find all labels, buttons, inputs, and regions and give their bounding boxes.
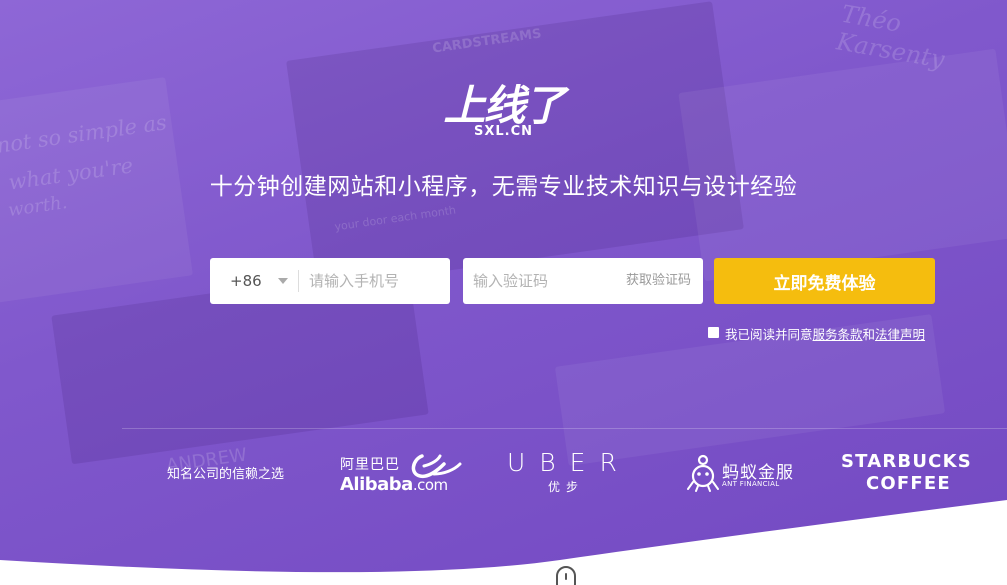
- get-code-button[interactable]: 获取验证码: [626, 258, 691, 304]
- site-logo-domain: SXL.CN: [473, 124, 534, 139]
- uber-cn-text: 优步: [548, 480, 585, 494]
- ant-en-text: ANT FINANCIAL: [722, 480, 780, 488]
- alibaba-en-text: Alibaba.com: [340, 474, 448, 495]
- section-divider: [122, 428, 1007, 429]
- verification-code-field: 获取验证码: [463, 258, 703, 304]
- bottom-wave: [0, 500, 1007, 585]
- free-trial-button[interactable]: 立即免费体验: [714, 258, 935, 304]
- field-divider: [298, 270, 299, 292]
- country-code-select[interactable]: +86: [230, 258, 262, 304]
- scroll-mouse-icon[interactable]: [556, 566, 576, 585]
- agreement-middle: 和: [862, 327, 876, 342]
- phone-field: +86: [210, 258, 450, 304]
- uber-logo-text: UBER: [507, 448, 631, 477]
- hero-section: Théo Karsenty CARDSTREAMS not so simple …: [0, 0, 1007, 585]
- agreement-checkbox[interactable]: [708, 327, 719, 338]
- dropdown-arrow-icon[interactable]: [278, 278, 288, 284]
- legal-link[interactable]: 法律声明: [875, 327, 925, 342]
- phone-input[interactable]: [309, 258, 439, 304]
- ant-logo-icon: [687, 454, 719, 492]
- agreement-prefix: 我已阅读并同意: [725, 327, 813, 342]
- starbucks-coffee-text: COFFEE: [866, 473, 951, 494]
- alibaba-name: Alibaba: [340, 474, 413, 495]
- alibaba-suffix: .com: [412, 476, 448, 494]
- agreement-text: 我已阅读并同意服务条款和法律声明: [725, 324, 925, 343]
- starbucks-text: STARBUCKS: [841, 451, 972, 472]
- alibaba-cn-text: 阿里巴巴: [340, 457, 400, 473]
- verification-code-input[interactable]: [473, 258, 613, 304]
- hero-tagline: 十分钟创建网站和小程序，无需专业技术知识与设计经验: [209, 174, 798, 200]
- terms-link[interactable]: 服务条款: [813, 327, 863, 342]
- trusted-by-label: 知名公司的信赖之选: [167, 467, 285, 482]
